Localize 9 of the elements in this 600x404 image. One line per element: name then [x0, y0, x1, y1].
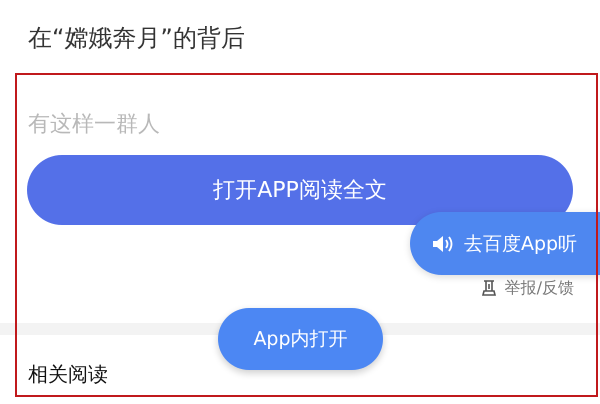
- report-icon: [480, 279, 497, 297]
- speaker-icon: [432, 234, 454, 254]
- article-title: 在“嫦娥奔月”的背后: [27, 23, 246, 54]
- related-heading: 相关阅读: [28, 361, 108, 387]
- faded-text: 有这样一群人: [28, 111, 160, 139]
- read-full-button[interactable]: 打开APP阅读全文: [27, 155, 573, 225]
- listen-button[interactable]: 去百度App听: [410, 212, 600, 275]
- report-link[interactable]: 举报/反馈: [480, 277, 574, 299]
- open-in-app-button[interactable]: App内打开: [218, 308, 383, 370]
